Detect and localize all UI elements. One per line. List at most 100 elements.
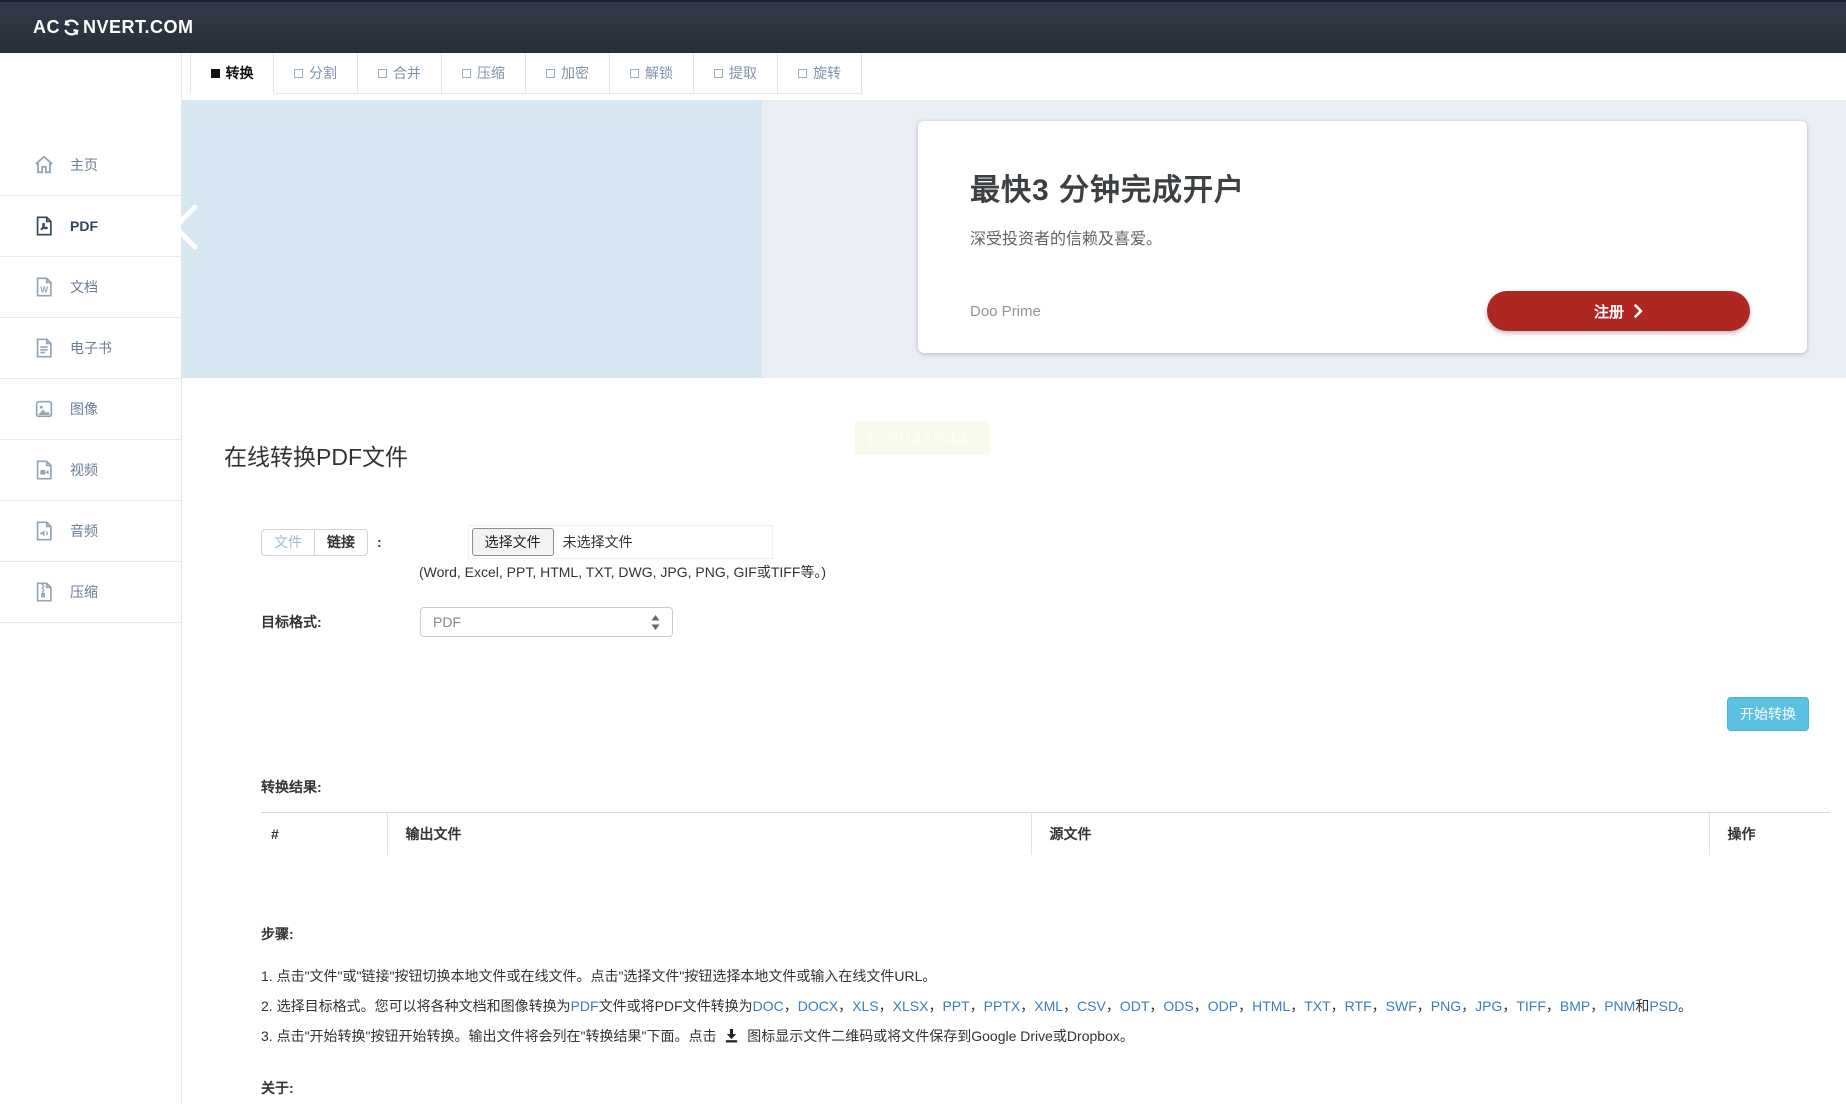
file-status-text: 未选择文件 <box>562 534 633 550</box>
sidebar-item-home[interactable]: 主页 <box>0 135 181 196</box>
step-1: 1. 点击"文件"或"链接"按钮切换本地文件或在线文件。点击"选择文件"按钮选择… <box>261 968 937 984</box>
tab-compress[interactable]: 压缩 <box>442 53 526 94</box>
archive-icon <box>36 582 52 602</box>
sidebar-item-ebook[interactable]: 电子书 <box>0 318 181 379</box>
sidebar-item-pdf[interactable]: PDF <box>0 196 181 257</box>
logo-text-prefix: AC <box>33 17 60 37</box>
source-row: 文件 链接 : 选择文件 未选择文件 <box>261 525 773 559</box>
square-icon <box>378 68 387 78</box>
square-icon <box>546 68 555 78</box>
square-icon <box>798 68 807 78</box>
register-button[interactable]: 注册 <box>1487 291 1750 331</box>
target-format-row: 目标格式: PDF <box>261 607 673 637</box>
column-header-output-file: 输出文件 <box>386 812 1031 855</box>
format-link-png[interactable]: PNG <box>1431 998 1461 1014</box>
sidebar-item-archive[interactable]: 压缩 <box>0 562 181 623</box>
format-link-txt[interactable]: TXT <box>1304 998 1330 1014</box>
link-mode-button[interactable]: 链接 <box>314 528 368 556</box>
steps-list: 1. 点击"文件"或"链接"按钮切换本地文件或在线文件。点击"选择文件"按钮选择… <box>261 961 1692 1051</box>
about-label: 关于: <box>261 1080 294 1096</box>
pdf-file-icon <box>36 216 52 236</box>
watermark-number: 1760413445 <box>855 421 990 455</box>
choose-file-button[interactable]: 选择文件 <box>471 528 554 556</box>
sidebar-item-video[interactable]: 视频 <box>0 440 181 501</box>
tab-unlock[interactable]: 解锁 <box>610 53 694 94</box>
pdf-tool-tabs: 转换 分割 合并 压缩 加密 解锁 提取 旋转 <box>190 53 862 94</box>
tab-encrypt[interactable]: 加密 <box>526 53 610 94</box>
format-link-tiff[interactable]: TIFF <box>1516 998 1546 1014</box>
source-colon: : <box>377 534 382 550</box>
sidebar-item-document[interactable]: W 文档 <box>0 257 181 318</box>
format-link-html[interactable]: HTML <box>1252 998 1290 1014</box>
format-link-rtf[interactable]: RTF <box>1345 998 1372 1014</box>
ad-subtitle: 深受投资者的信赖及喜爱。 <box>970 231 1163 248</box>
ebook-icon <box>36 338 52 358</box>
target-format-value: PDF <box>433 614 461 630</box>
format-link-pnm[interactable]: PNM <box>1604 998 1635 1014</box>
select-spinner-icon <box>651 614 660 630</box>
format-link-pptx[interactable]: PPTX <box>984 998 1021 1014</box>
format-link-jpg[interactable]: JPG <box>1475 998 1502 1014</box>
column-header-index: # <box>261 812 387 855</box>
format-link-xls[interactable]: XLS <box>852 998 878 1014</box>
download-icon <box>726 1028 738 1043</box>
format-link-csv[interactable]: CSV <box>1077 998 1106 1014</box>
square-icon <box>294 68 303 78</box>
tab-extract[interactable]: 提取 <box>694 53 778 94</box>
step-2: 2. 选择目标格式。您可以将各种文档和图像转换为PDF文件或将PDF文件转换为D… <box>261 998 1693 1014</box>
format-link-ods[interactable]: ODS <box>1163 998 1193 1014</box>
tab-split[interactable]: 分割 <box>274 53 358 94</box>
supported-formats-hint: (Word, Excel, PPT, HTML, TXT, DWG, JPG, … <box>419 564 827 580</box>
start-convert-button[interactable]: 开始转换 <box>1727 697 1809 731</box>
tab-rotate[interactable]: 旋转 <box>778 53 862 94</box>
column-header-source-file: 源文件 <box>1030 812 1709 855</box>
format-link-pdf[interactable]: PDF <box>571 998 599 1014</box>
format-link-ppt[interactable]: PPT <box>942 998 969 1014</box>
format-link-xml[interactable]: XML <box>1034 998 1063 1014</box>
results-label: 转换结果: <box>261 779 322 795</box>
converter-main: 1760413445 在线转换PDF文件 文件 链接 : 选择文件 未选择文件 … <box>182 378 1846 1104</box>
circular-arrows-icon <box>64 19 79 36</box>
home-icon <box>35 155 53 174</box>
file-input[interactable]: 选择文件 未选择文件 <box>467 525 773 559</box>
tab-merge[interactable]: 合并 <box>358 53 442 94</box>
format-link-xlsx[interactable]: XLSX <box>893 998 929 1014</box>
aconvert-logo[interactable]: AC NVERT.COM <box>33 17 194 38</box>
results-table: # 输出文件 源文件 操作 <box>261 812 1830 855</box>
format-link-odt[interactable]: ODT <box>1120 998 1150 1014</box>
format-link-bmp[interactable]: BMP <box>1560 998 1590 1014</box>
sidebar-item-audio[interactable]: 音频 <box>0 501 181 562</box>
format-link-odp[interactable]: ODP <box>1208 998 1238 1014</box>
top-navbar: AC NVERT.COM <box>0 0 1846 53</box>
page-title: 在线转换PDF文件 <box>224 444 408 470</box>
chevron-right-icon <box>1634 304 1643 318</box>
source-toggle: 文件 链接 <box>261 528 368 556</box>
hero-blue-block <box>182 100 762 378</box>
square-icon <box>210 68 220 78</box>
ad-title: 最快3 分钟完成开户 <box>970 174 1246 207</box>
target-format-select[interactable]: PDF <box>420 607 673 637</box>
target-format-label: 目标格式: <box>261 614 322 630</box>
audio-icon <box>36 521 52 541</box>
step-3: 3. 点击"开始转换"按钮开始转换。输出文件将会列在"转换结果"下面。点击 图标… <box>261 1028 1134 1044</box>
sidebar-item-image[interactable]: 图像 <box>0 379 181 440</box>
format-link-docx[interactable]: DOCX <box>798 998 838 1014</box>
tab-convert[interactable]: 转换 <box>190 53 274 94</box>
results-header-row: # 输出文件 源文件 操作 <box>261 812 1830 855</box>
square-icon <box>630 68 639 78</box>
format-link-psd[interactable]: PSD <box>1649 998 1678 1014</box>
file-mode-button[interactable]: 文件 <box>261 528 314 556</box>
ad-advertiser: Doo Prime <box>970 302 1041 320</box>
logo-text-suffix: NVERT.COM <box>83 17 194 37</box>
active-item-chevron <box>172 204 198 250</box>
hero-banner-area: 最快3 分钟完成开户 深受投资者的信赖及喜爱。 Doo Prime 注册 <box>182 100 1846 378</box>
ad-card: 最快3 分钟完成开户 深受投资者的信赖及喜爱。 Doo Prime 注册 <box>918 121 1807 353</box>
format-link-doc[interactable]: DOC <box>753 998 784 1014</box>
video-icon <box>36 460 52 480</box>
square-icon <box>714 68 723 78</box>
category-sidebar: 主页 PDF W 文档 电子书 图像 视频 音频 压缩 <box>0 53 182 1104</box>
format-link-swf[interactable]: SWF <box>1386 998 1417 1014</box>
image-icon <box>35 400 53 418</box>
square-icon <box>462 68 471 78</box>
word-doc-icon: W <box>36 277 52 297</box>
